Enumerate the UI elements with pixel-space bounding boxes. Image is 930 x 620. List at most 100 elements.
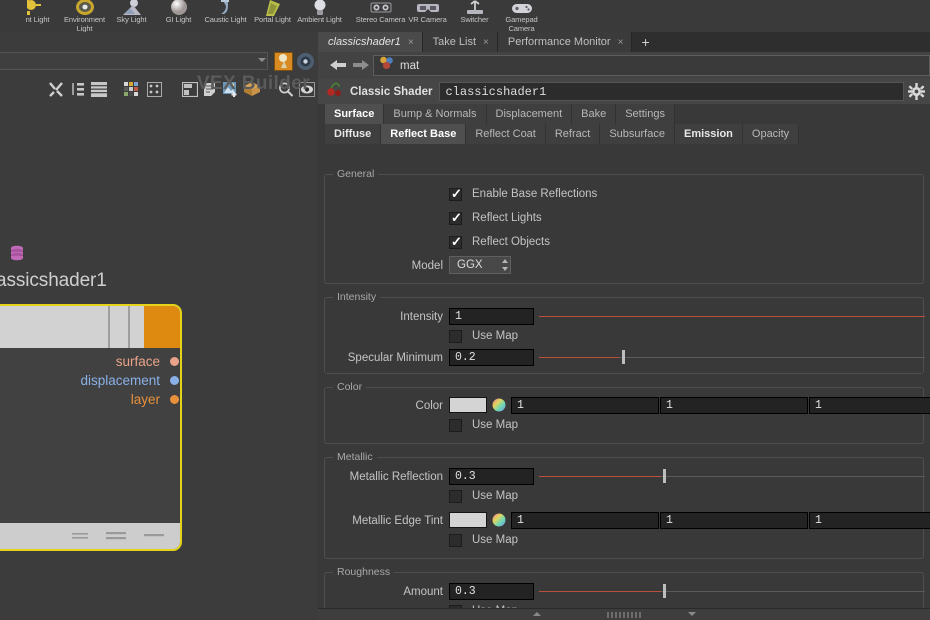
switcher-icon	[464, 0, 486, 16]
pane-tab-classicshader1[interactable]: classicshader1 ×	[318, 32, 423, 52]
color-wheel-icon[interactable]	[492, 513, 506, 527]
node-output-surface[interactable]: surface	[116, 354, 160, 369]
color-palette-icon[interactable]	[124, 82, 140, 97]
point-light-icon	[25, 0, 49, 16]
specular-minimum-handle[interactable]	[622, 350, 625, 364]
intensity-slider[interactable]	[539, 316, 925, 317]
tab-settings[interactable]: Settings	[616, 104, 675, 124]
node-output-layer[interactable]: layer	[131, 392, 160, 407]
metallic-reflection-handle[interactable]	[663, 469, 666, 483]
layout-icon[interactable]	[181, 81, 199, 98]
arrow-right-icon[interactable]	[352, 58, 369, 72]
gear-icon[interactable]	[908, 83, 925, 100]
shelf-item-gi-light[interactable]: GI Light	[155, 0, 202, 32]
node-output-dot-surface[interactable]	[170, 357, 179, 366]
secondary-tab-row[interactable]: Diffuse Reflect Base Reflect Coat Refrac…	[318, 124, 930, 144]
close-icon[interactable]: ×	[408, 37, 414, 48]
shelf-item-ambient-light[interactable]: Ambient Light	[296, 0, 343, 32]
checkbox-metallic-reflection-use-map[interactable]	[449, 490, 462, 503]
color-g-input[interactable]: 1	[660, 397, 808, 414]
tools-icon[interactable]	[48, 82, 64, 97]
shelf-item-gamepad-camera[interactable]: Gamepad Camera	[498, 0, 545, 32]
tab-reflect-base[interactable]: Reflect Base	[381, 124, 467, 144]
primary-tab-row[interactable]: Surface Bump & Normals Displacement Bake…	[318, 104, 930, 124]
pane-tab-take-list[interactable]: Take List ×	[422, 32, 498, 52]
node-path-input[interactable]: mat	[373, 55, 930, 76]
node-output-dot-displacement[interactable]	[170, 376, 179, 385]
node-output-dot-layer[interactable]	[170, 395, 179, 404]
tab-surface[interactable]: Surface	[325, 104, 385, 124]
node-titlebar[interactable]	[0, 306, 180, 348]
network-view-button[interactable]	[296, 52, 315, 71]
tree-list-icon[interactable]	[71, 82, 87, 97]
tab-displacement[interactable]: Displacement	[486, 104, 573, 124]
shelf-toolbar[interactable]: nt Light Environment Light Sky Light GI …	[0, 0, 930, 32]
splitter-grip[interactable]	[607, 612, 641, 618]
tab-refract[interactable]: Refract	[545, 124, 601, 144]
node-footer	[0, 523, 180, 549]
specular-minimum-input[interactable]: 0.2	[449, 349, 534, 366]
node-flags[interactable]	[72, 529, 172, 543]
label-roughness-amount: Amount	[403, 586, 443, 598]
metallic-reflection-slider[interactable]	[539, 476, 925, 477]
splitter-down-arrow[interactable]	[688, 612, 696, 616]
shelf-item-stereo-camera[interactable]: Stereo Camera	[356, 0, 405, 32]
roughness-amount-slider[interactable]	[539, 591, 925, 592]
pane-splitter[interactable]	[318, 608, 930, 620]
tab-bake[interactable]: Bake	[572, 104, 617, 124]
color-b-input[interactable]: 1	[809, 397, 930, 414]
checkbox-intensity-use-map[interactable]	[449, 330, 462, 343]
tab-diffuse[interactable]: Diffuse	[325, 124, 382, 144]
metallic-reflection-input[interactable]: 0.3	[449, 468, 534, 485]
metallic-edge-tint-swatch[interactable]	[449, 512, 487, 528]
checkbox-color-use-map[interactable]	[449, 419, 462, 432]
group-title: Roughness	[333, 566, 395, 578]
network-path-input[interactable]	[0, 52, 268, 70]
splitter-up-arrow[interactable]	[533, 612, 541, 616]
label-reflect-objects: Reflect Objects	[472, 236, 550, 248]
color-wheel-icon[interactable]	[492, 398, 506, 412]
list-icon[interactable]	[91, 82, 107, 97]
shelf-item-switcher[interactable]: Switcher	[451, 0, 498, 32]
parameter-list[interactable]: General ✓ Enable Base Reflections ✓ Refl…	[318, 144, 930, 620]
node-output-displacement[interactable]: displacement	[80, 373, 160, 388]
stereo-camera-icon	[370, 0, 392, 16]
tab-subsurface[interactable]: Subsurface	[600, 124, 675, 144]
grid-dots-icon[interactable]	[147, 82, 163, 97]
shelf-item-point-light[interactable]: nt Light	[14, 0, 61, 32]
pane-tab-performance-monitor[interactable]: Performance Monitor ×	[497, 32, 633, 52]
classicshader-node[interactable]: urface ump & No... isplacement ettings t…	[0, 304, 182, 551]
roughness-amount-input[interactable]: 0.3	[449, 583, 534, 600]
shelf-label: Environment Light	[63, 15, 105, 33]
chevron-down-icon[interactable]	[258, 58, 266, 62]
pin-display-button[interactable]	[274, 52, 293, 71]
roughness-amount-handle[interactable]	[663, 584, 666, 598]
cherry-icon	[326, 81, 343, 103]
close-icon[interactable]: ×	[618, 37, 624, 48]
shelf-item-sky-light[interactable]: Sky Light	[108, 0, 155, 32]
shelf-item-caustic-light[interactable]: Caustic Light	[202, 0, 249, 32]
shelf-item-portal-light[interactable]: Portal Light	[249, 0, 296, 32]
metallic-edge-tint-g-input[interactable]: 1	[660, 512, 808, 529]
arrow-left-icon[interactable]	[329, 58, 346, 72]
tab-reflect-coat[interactable]: Reflect Coat	[466, 124, 546, 144]
add-tab-button[interactable]: +	[632, 32, 659, 52]
tab-opacity[interactable]: Opacity	[742, 124, 800, 144]
color-swatch[interactable]	[449, 397, 487, 413]
metallic-edge-tint-b-input[interactable]: 1	[809, 512, 930, 529]
intensity-input[interactable]: 1	[449, 308, 534, 325]
tab-emission[interactable]: Emission	[674, 124, 743, 144]
spinner-icon[interactable]	[501, 258, 509, 272]
pane-tab-bar[interactable]: classicshader1 × Take List × Performance…	[318, 32, 930, 52]
node-color-flag[interactable]	[144, 306, 180, 348]
shelf-item-environment-light[interactable]: Environment Light	[61, 0, 108, 32]
tab-bump-normals[interactable]: Bump & Normals	[384, 104, 487, 124]
checkbox-metallic-edge-tint-use-map[interactable]	[449, 534, 462, 547]
color-r-input[interactable]: 1	[511, 397, 659, 414]
metallic-edge-tint-r-input[interactable]: 1	[511, 512, 659, 529]
specular-minimum-slider[interactable]	[539, 357, 925, 358]
shelf-item-vr-camera[interactable]: VR Camera	[404, 0, 451, 32]
label-metallic-reflection-use-map: Use Map	[472, 490, 519, 502]
node-name-input[interactable]: classicshader1	[439, 82, 904, 101]
close-icon[interactable]: ×	[483, 37, 489, 48]
